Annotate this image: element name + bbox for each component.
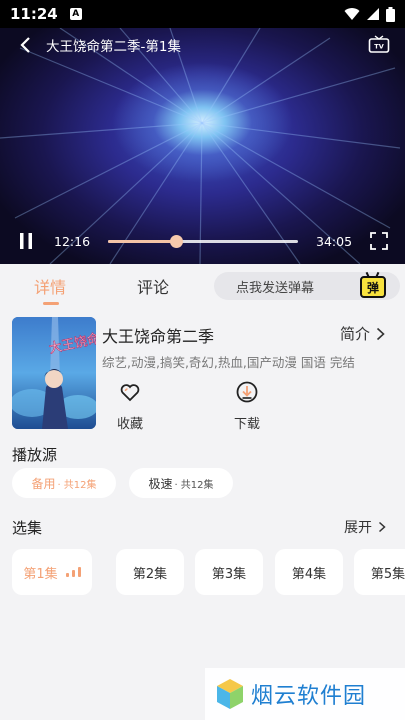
cube-logo-icon [217,679,243,709]
episode-label: 第3集 [211,566,247,582]
wifi-icon [344,8,360,20]
svg-text:TV: TV [374,43,383,51]
active-tab-indicator [43,302,59,305]
status-bar: 11:24 A [0,0,405,28]
download-label: 下载 [233,417,260,432]
expand-episodes-button[interactable]: 展开 [344,517,386,537]
intro-label: 简介 [340,325,371,343]
source-section-title: 播放源 [12,446,58,464]
download-icon [236,381,258,403]
source-episode-count: · 共12集 [174,479,214,491]
back-button[interactable] [14,33,38,57]
source-chip-backup[interactable]: 备用 · 共12集 [12,468,116,498]
seek-bar-played [108,239,177,243]
app-notification-icon: A [69,8,82,20]
tv-icon: TV [368,35,390,53]
tab-detail[interactable]: 详情 [34,274,66,298]
source-name: 备用 [31,476,56,491]
show-title: 大王饶命第二季 [102,327,215,346]
episode-item-3[interactable]: 第3集 [195,549,263,595]
episode-item-4[interactable]: 第4集 [275,549,343,595]
intro-button[interactable]: 简介 [340,323,385,344]
now-playing-icon [65,567,81,577]
current-time: 12:16 [54,233,91,249]
show-tags: 综艺,动漫,搞笑,奇幻,热血,国产动漫 国语 完结 [102,355,355,370]
player-top-bar: 大王饶命第二季-第1集 TV [0,28,405,62]
episode-item-1[interactable]: 第1集 [12,549,92,595]
cast-tv-button[interactable]: TV [367,33,391,57]
source-episode-count: · 共12集 [57,479,97,491]
watermark: 烟云软件园 [205,668,405,720]
episode-label: 第4集 [291,566,327,582]
episode-section-title: 选集 [12,519,43,537]
source-chip-fast[interactable]: 极速 · 共12集 [129,468,233,498]
seek-bar-thumb[interactable] [170,234,184,248]
total-time: 34:05 [316,233,353,249]
watermark-text: 烟云软件园 [251,684,367,709]
detail-panel: 详情 评论 点我发送弹幕 弹 大王饶命 大王饶命第二季 简介 综艺,动漫,搞笑,… [0,264,405,720]
seek-bar[interactable] [108,234,299,248]
player-controls: 12:16 34:05 [0,218,405,264]
episode-list: 第1集 第2集 第3集 第4集 第5集 [12,549,405,595]
status-indicators [344,6,395,22]
download-button[interactable]: 下载 [217,380,277,432]
signal-icon [367,8,379,20]
fullscreen-button[interactable] [369,231,389,251]
back-arrow-icon [20,37,30,53]
danmaku-placeholder: 点我发送弹幕 [236,280,315,296]
danmaku-toggle-button[interactable]: 弹 [360,271,386,298]
source-name: 极速 [148,476,173,491]
episode-item-5[interactable]: 第5集 [354,549,405,595]
favorite-label: 收藏 [116,417,143,432]
episode-item-2[interactable]: 第2集 [116,549,184,595]
expand-label: 展开 [344,520,372,536]
danmaku-icon: 弹 [360,276,386,298]
battery-icon [386,6,395,22]
chevron-right-icon [376,327,385,340]
tab-comment[interactable]: 评论 [137,274,169,298]
video-player[interactable]: 大王饶命第二季-第1集 TV 12:16 34:05 [0,28,405,264]
heart-icon [120,384,140,402]
poster-artwork: 大王饶命 [12,317,96,429]
episode-label: 第5集 [370,566,405,582]
episode-label: 第1集 [23,566,58,582]
video-title: 大王饶命第二季-第1集 [46,39,181,55]
status-time: 11:24 [10,5,58,23]
show-poster[interactable]: 大王饶命 [12,317,96,429]
pause-icon [20,233,32,249]
pause-button[interactable] [16,231,36,251]
episode-label: 第2集 [132,566,168,582]
favorite-button[interactable]: 收藏 [100,380,160,432]
fullscreen-icon [370,232,388,250]
tab-bar: 详情 评论 点我发送弹幕 弹 [0,264,405,308]
chevron-right-icon [378,521,386,533]
